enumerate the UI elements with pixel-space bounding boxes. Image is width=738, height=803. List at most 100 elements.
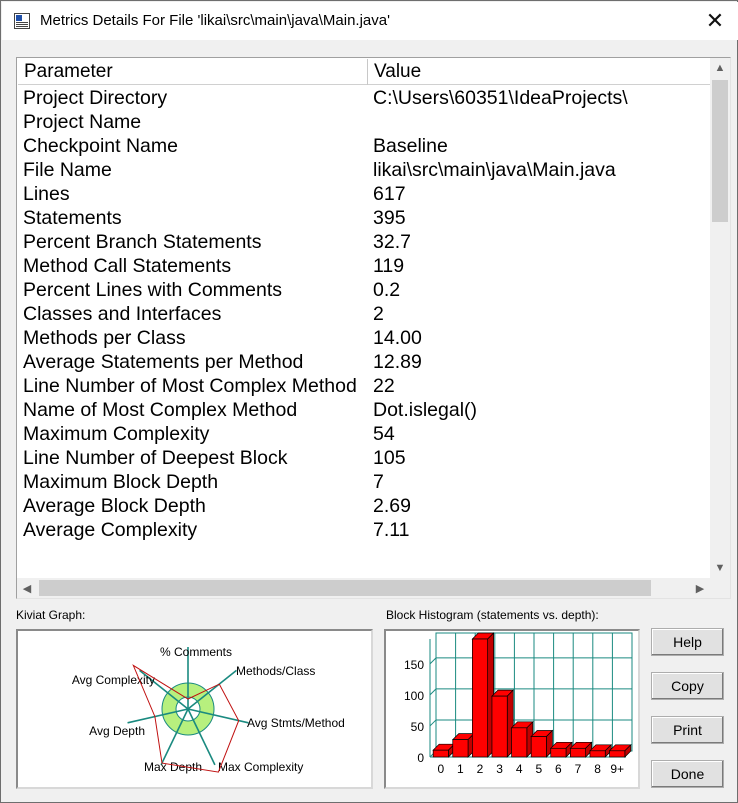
close-button[interactable]: ✕ bbox=[692, 2, 738, 40]
histogram-x-tick-label: 4 bbox=[516, 762, 523, 776]
table-row[interactable]: File Name likai\src\main\java\Main.java bbox=[18, 158, 711, 182]
block-histogram-chart: 0501001500 1 2 3 4 5 6 7 8 9+ bbox=[404, 632, 633, 776]
horizontal-scroll-thumb[interactable] bbox=[39, 580, 651, 596]
table-row[interactable]: Name of Most Complex Method Dot.islegal() bbox=[18, 398, 711, 422]
histogram-x-tick-label: 2 bbox=[477, 762, 484, 776]
vertical-scrollbar[interactable]: ▲ ▼ bbox=[710, 58, 730, 578]
table-row[interactable]: Average Complexity 7.11 bbox=[18, 518, 711, 542]
parameter-cell: Method Call Statements bbox=[23, 255, 232, 277]
parameter-cell: Maximum Complexity bbox=[23, 423, 210, 445]
value-cell: 54 bbox=[373, 423, 395, 445]
parameter-cell: Project Directory bbox=[23, 87, 168, 109]
done-button[interactable]: Done bbox=[651, 760, 724, 788]
table-header: Parameter Value bbox=[18, 59, 711, 85]
value-cell: 105 bbox=[373, 447, 406, 469]
table-row[interactable]: Percent Branch Statements 32.7 bbox=[18, 230, 711, 254]
kiviat-axis-label: Max Complexity bbox=[218, 760, 303, 774]
value-cell: 2 bbox=[373, 303, 384, 325]
table-row[interactable]: Lines 617 bbox=[18, 182, 711, 206]
parameter-cell: Name of Most Complex Method bbox=[23, 399, 298, 421]
column-header-value[interactable]: Value bbox=[368, 59, 711, 85]
parameter-cell: Statements bbox=[23, 207, 122, 229]
histogram-x-tick-label: 5 bbox=[535, 762, 542, 776]
histogram-bar bbox=[471, 632, 495, 758]
histogram-bar bbox=[530, 729, 554, 758]
table-row[interactable]: Method Call Statements 119 bbox=[18, 254, 711, 278]
histogram-x-tick-label: 3 bbox=[496, 762, 503, 776]
histogram-bar bbox=[451, 732, 475, 758]
histogram-x-tick-label: 8 bbox=[594, 762, 601, 776]
histogram-gridline-side bbox=[429, 719, 437, 727]
value-cell: 2.69 bbox=[373, 495, 411, 517]
value-cell: Baseline bbox=[373, 135, 448, 157]
vertical-scroll-thumb[interactable] bbox=[712, 80, 728, 222]
scroll-left-arrow-icon[interactable]: ◀ bbox=[17, 578, 37, 598]
table-row[interactable]: Line Number of Most Complex Method 22 bbox=[18, 374, 711, 398]
kiviat-axis-label: Avg Depth bbox=[89, 724, 145, 738]
kiviat-axis-label: Avg Complexity bbox=[72, 673, 155, 687]
histogram-gridline-side bbox=[429, 657, 437, 665]
value-cell: 32.7 bbox=[373, 231, 411, 253]
histogram-x-tick-label: 0 bbox=[437, 762, 444, 776]
metrics-details-window: Metrics Details For File 'likai\src\main… bbox=[0, 0, 738, 803]
block-histogram: 0 50 100 150 0 1 2 3 4 5 6 7 8 9+ bbox=[384, 629, 640, 789]
parameter-cell: Classes and Interfaces bbox=[23, 303, 222, 325]
kiviat-graph-label: Kiviat Graph: bbox=[16, 608, 86, 622]
title-bar: Metrics Details For File 'likai\src\main… bbox=[2, 2, 738, 40]
parameter-cell: Line Number of Deepest Block bbox=[23, 447, 288, 469]
histogram-x-tick-label: 1 bbox=[457, 762, 464, 776]
histogram-y-tick-label: 150 bbox=[404, 658, 424, 672]
table-row[interactable]: Statements 395 bbox=[18, 206, 711, 230]
value-cell: 12.89 bbox=[373, 351, 422, 373]
kiviat-axis-label: Max Depth bbox=[144, 760, 202, 774]
table-row[interactable]: Percent Lines with Comments 0.2 bbox=[18, 278, 711, 302]
table-row[interactable]: Project Directory C:\Users\60351\IdeaProj… bbox=[18, 86, 711, 110]
kiviat-graph: % Comments Methods/Class Avg Stmts/Method M… bbox=[16, 629, 373, 789]
value-cell: likai\src\main\java\Main.java bbox=[373, 159, 616, 181]
kiviat-axis-label: % Comments bbox=[160, 645, 232, 659]
histogram-bar bbox=[491, 689, 515, 758]
histogram-y-tick-label: 50 bbox=[411, 720, 425, 734]
value-cell: 7 bbox=[373, 471, 384, 493]
parameter-cell: Methods per Class bbox=[23, 327, 186, 349]
table-row[interactable]: Maximum Block Depth 7 bbox=[18, 470, 711, 494]
table-row[interactable]: Maximum Complexity 54 bbox=[18, 422, 711, 446]
table-row[interactable]: Average Statements per Method 12.89 bbox=[18, 350, 711, 374]
value-cell: 7.11 bbox=[373, 519, 410, 541]
histogram-y-tick-label: 100 bbox=[404, 689, 424, 703]
value-cell: Dot.islegal() bbox=[373, 399, 478, 421]
print-button[interactable]: Print bbox=[651, 716, 724, 744]
value-cell: 119 bbox=[373, 255, 405, 277]
scroll-up-arrow-icon[interactable]: ▲ bbox=[710, 58, 730, 78]
kiviat-graph-canvas: % Comments Methods/Class Avg Stmts/Method M… bbox=[72, 645, 345, 774]
parameter-cell: Project Name bbox=[23, 111, 142, 133]
table-row[interactable]: Methods per Class 14.00 bbox=[18, 326, 711, 350]
parameter-cell: Average Block Depth bbox=[23, 495, 206, 517]
copy-button[interactable]: Copy bbox=[651, 672, 724, 700]
parameter-cell: Line Number of Most Complex Method bbox=[23, 375, 357, 397]
table-row[interactable]: Average Block Depth 2.69 bbox=[18, 494, 711, 518]
scroll-down-arrow-icon[interactable]: ▼ bbox=[710, 558, 730, 578]
histogram-gridline-side bbox=[429, 688, 437, 696]
parameter-cell: Maximum Block Depth bbox=[23, 471, 219, 493]
scroll-right-arrow-icon[interactable]: ▶ bbox=[690, 578, 710, 598]
value-cell: 14.00 bbox=[373, 327, 422, 349]
table-row[interactable]: Project Name bbox=[18, 110, 711, 134]
table-row[interactable]: Line Number of Deepest Block 105 bbox=[18, 446, 711, 470]
column-header-parameter[interactable]: Parameter bbox=[18, 59, 368, 85]
histogram-x-tick-label: 9+ bbox=[610, 762, 624, 776]
value-cell: 617 bbox=[373, 183, 406, 205]
value-cell: 0.2 bbox=[373, 279, 401, 301]
help-button[interactable]: Help bbox=[651, 628, 724, 656]
value-cell: C:\Users\60351\IdeaProjects\ bbox=[373, 87, 628, 109]
value-cell: 22 bbox=[373, 375, 395, 397]
parameter-cell: File Name bbox=[23, 159, 112, 181]
table-row[interactable]: Checkpoint Name Baseline bbox=[18, 134, 711, 158]
horizontal-scrollbar[interactable]: ◀ ▶ bbox=[17, 578, 710, 598]
histogram-y-tick-label: 0 bbox=[417, 751, 424, 765]
parameter-cell: Average Complexity bbox=[23, 519, 198, 541]
table-rows: Project Directory C:\Users\60351\IdeaProj… bbox=[18, 86, 711, 542]
value-cell: 395 bbox=[373, 207, 406, 229]
metrics-table[interactable]: Parameter Value Project Directory C:\User… bbox=[16, 57, 731, 599]
table-row[interactable]: Classes and Interfaces 2 bbox=[18, 302, 711, 326]
